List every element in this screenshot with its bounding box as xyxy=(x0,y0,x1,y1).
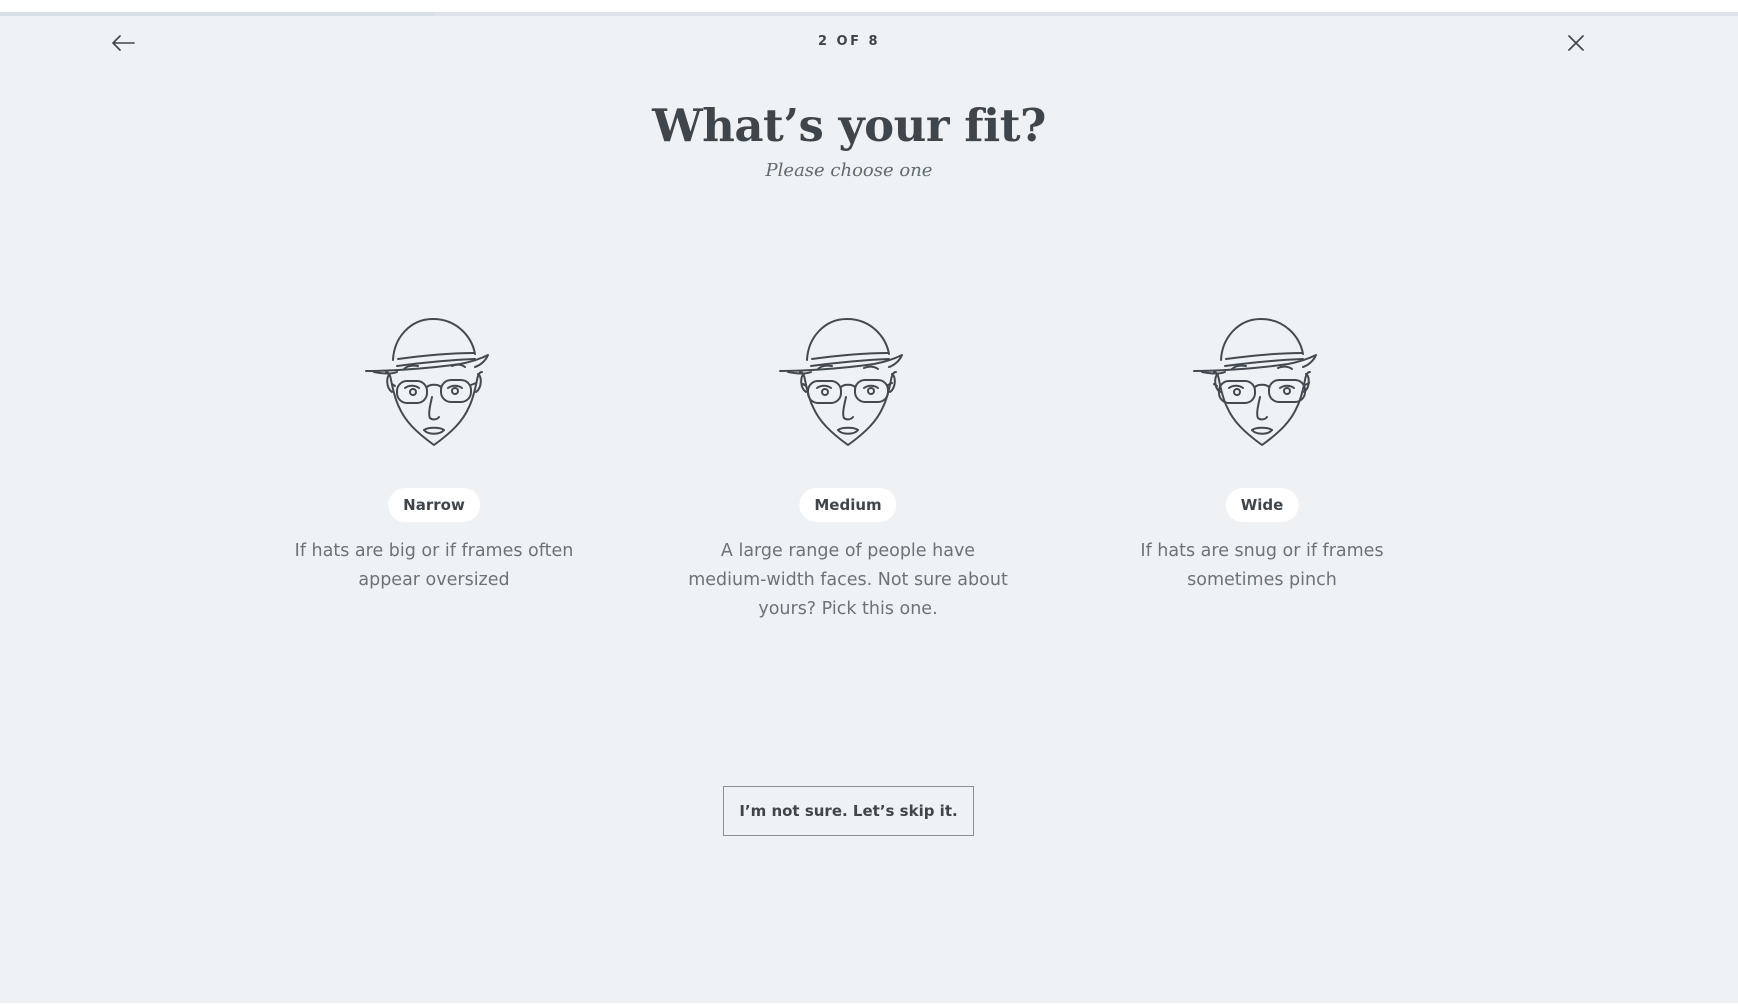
top-strip xyxy=(0,0,1738,12)
fit-label-narrow: Narrow xyxy=(388,488,480,522)
fit-label-medium: Medium xyxy=(799,488,897,522)
arrow-left-icon xyxy=(112,35,135,51)
fit-description-wide: If hats are snug or if frames sometimes … xyxy=(1140,541,1384,590)
fit-description-medium: A large range of people have medium-widt… xyxy=(688,541,1008,619)
medium-face-icon xyxy=(779,318,903,446)
step-counter: 2 OF 8 xyxy=(817,34,881,49)
close-icon xyxy=(1568,35,1584,51)
page-subtitle: Please choose one xyxy=(765,160,933,181)
fit-description-narrow: If hats are big or if frames often appea… xyxy=(294,541,574,590)
page-title: What’s your fit? xyxy=(652,99,1046,152)
progress-fill xyxy=(0,12,435,16)
quiz-page: 2 OF 8 What’s your fit? Please choose on… xyxy=(0,0,1738,1004)
close-button[interactable] xyxy=(1556,23,1596,63)
progress-bar xyxy=(0,12,1738,16)
back-button[interactable] xyxy=(103,23,143,63)
skip-button[interactable]: I’m not sure. Let’s skip it. xyxy=(723,786,974,836)
narrow-face-icon xyxy=(365,318,489,446)
wide-face-icon xyxy=(1193,318,1317,446)
fit-label-wide: Wide xyxy=(1225,488,1299,522)
